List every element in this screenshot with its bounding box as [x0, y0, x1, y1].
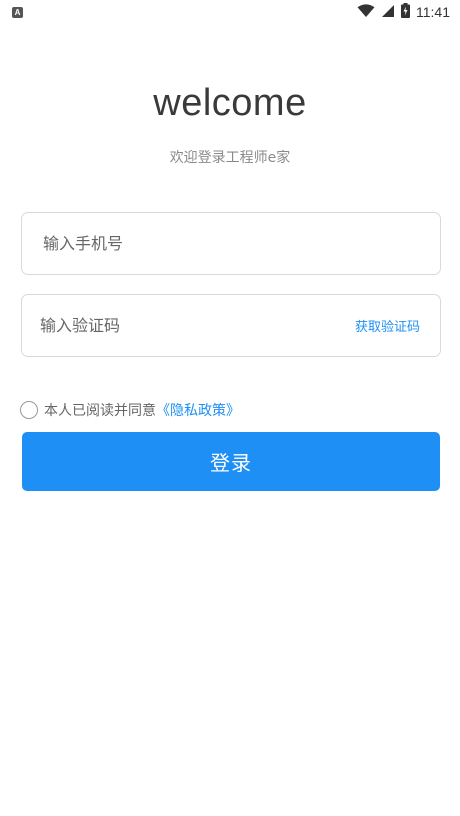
status-right: 11:41 — [357, 2, 450, 22]
privacy-policy-link[interactable]: 《隐私政策》 — [156, 400, 240, 420]
code-field: 获取验证码 — [21, 294, 441, 357]
welcome-title: welcome — [153, 82, 307, 124]
battery-icon — [401, 2, 410, 22]
get-code-button[interactable]: 获取验证码 — [355, 316, 420, 335]
agreement-text: 本人已阅读并同意 — [44, 403, 156, 419]
wifi-icon — [357, 3, 375, 22]
signal-icon — [381, 3, 395, 22]
agreement-row: 本人已阅读并同意 《隐私政策》 — [20, 400, 240, 420]
login-button[interactable]: 登录 — [22, 432, 440, 491]
welcome-subtitle: 欢迎登录工程师e家 — [169, 150, 291, 166]
phone-input[interactable] — [43, 234, 303, 253]
status-bar: A 11:41 — [0, 0, 460, 24]
phone-field — [21, 212, 441, 275]
status-left: A — [12, 6, 23, 18]
status-time: 11:41 — [416, 4, 450, 20]
code-input[interactable] — [40, 316, 300, 335]
agreement-radio[interactable] — [20, 401, 38, 419]
notification-icon: A — [12, 6, 23, 18]
